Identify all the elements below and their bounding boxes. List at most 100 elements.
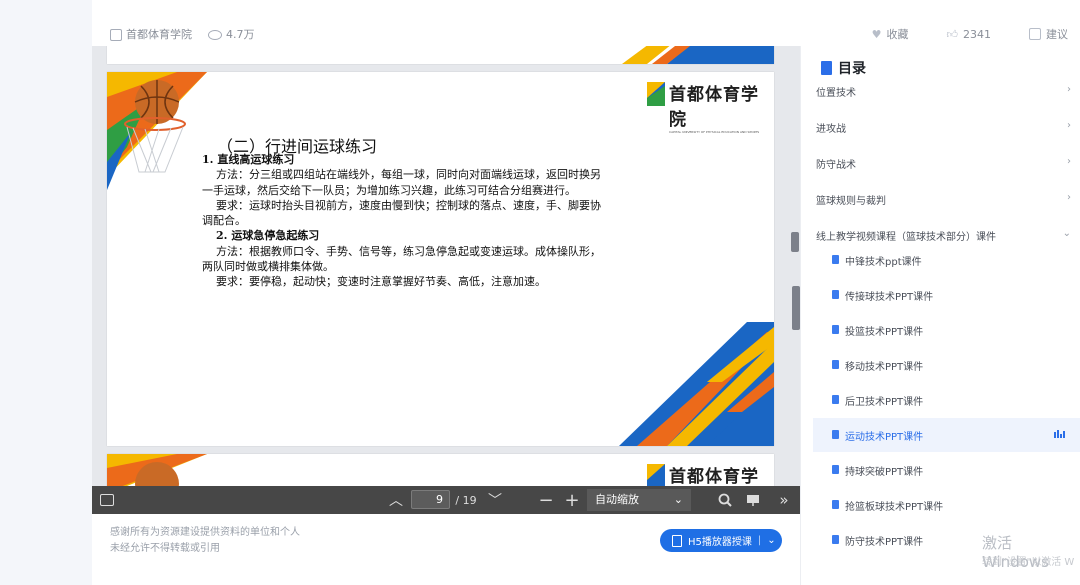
- file-icon: [832, 430, 839, 439]
- favorite-label: 收藏: [886, 28, 909, 41]
- resource-meta: 首都体育学院 4.7万: [110, 26, 255, 42]
- toc-subitem[interactable]: 投篮技术PPT课件: [813, 313, 1080, 347]
- slide-text-line: 调配合。: [202, 214, 246, 228]
- toc-subitem[interactable]: 中锋技术ppt课件: [813, 243, 1080, 277]
- notice-line: 未经允许不得转载或引用: [110, 543, 220, 554]
- toc-title: 目录: [838, 61, 866, 77]
- page-number-input[interactable]: 9: [411, 490, 450, 509]
- more-tools-button[interactable]: »: [774, 486, 794, 514]
- toc-subitem[interactable]: 运动技术PPT课件: [813, 418, 1080, 452]
- toc-item-label: 防守战术: [816, 160, 856, 171]
- slide-text-line: 方法：根据教师口令、手势、信号等，练习急停急起或变速运球。成体操队形，: [216, 244, 601, 258]
- zoom-select[interactable]: 自动缩放 ⌄: [587, 489, 691, 511]
- toc-item[interactable]: 篮球规则与裁判 ›: [816, 192, 1071, 207]
- plus-icon: +: [564, 489, 580, 511]
- toc-header: 目录: [821, 58, 866, 78]
- h5-player-button[interactable]: H5播放器授课 | ⌄: [660, 529, 782, 552]
- views-label: 4.7万: [208, 26, 255, 42]
- page-total: / 19: [455, 493, 477, 507]
- slide-text-line: 一手运球，然后交给下一队员；为增加练习兴趣，此练习可结合分组赛进行。: [202, 183, 576, 197]
- chevron-right-icon: ›: [1067, 192, 1071, 203]
- minus-icon: −: [538, 489, 554, 511]
- toc-subitem[interactable]: 移动技术PPT课件: [813, 348, 1080, 382]
- toc-subitem-label: 持球突破PPT课件: [845, 467, 924, 478]
- double-chevron-right-icon: »: [779, 491, 789, 509]
- toc-item[interactable]: 线上教学视频课程（篮球技术部分）课件 ⌄: [816, 228, 1071, 243]
- chevron-right-icon: ›: [1067, 84, 1071, 95]
- viewer-scrollbar[interactable]: [790, 46, 800, 486]
- toc-subitem-label: 移动技术PPT课件: [845, 362, 924, 373]
- toc-icon: [821, 61, 832, 75]
- prev-page-button[interactable]: ︿: [387, 486, 405, 514]
- toc-subitem[interactable]: 持球突破PPT课件: [813, 453, 1080, 487]
- chevron-down-icon[interactable]: ⌄: [767, 535, 775, 546]
- file-icon: [832, 395, 839, 404]
- sidebar-toggle-button[interactable]: [98, 486, 116, 514]
- scrollbar-thumb[interactable]: [791, 232, 799, 252]
- toc-subitem[interactable]: 传接球技术PPT课件: [813, 278, 1080, 312]
- zoom-out-button[interactable]: −: [537, 486, 555, 514]
- document-icon: [672, 534, 682, 547]
- presentation-button[interactable]: [744, 486, 762, 514]
- file-icon: [832, 325, 839, 334]
- toc-item[interactable]: 防守战术 ›: [816, 156, 1071, 171]
- toc-item[interactable]: 进攻战 ›: [816, 120, 1071, 135]
- building-icon: [110, 29, 122, 41]
- suggest-label: 建议: [1046, 28, 1068, 41]
- slide-text-line: 要求：运球时抬头目视前方，速度由慢到快；控制球的落点、速度，手、脚要协: [216, 198, 601, 212]
- view-count: 4.7万: [226, 28, 255, 41]
- sidebar-icon: [100, 494, 114, 506]
- h5-button-label: H5播放器授课: [688, 537, 752, 548]
- document-viewer[interactable]: 首都体育学院 CAPITAL UNIVERSITY OF PHYSICAL ED…: [92, 46, 800, 514]
- zoom-value: 自动缩放: [595, 493, 639, 506]
- org-name: 首都体育学院: [126, 28, 192, 41]
- search-icon: [718, 493, 732, 507]
- slide-text-line: 要求：要停稳，起动快；变速时注意掌握好节奏、高低，注意加速。: [216, 275, 546, 289]
- org-label[interactable]: 首都体育学院: [110, 26, 192, 42]
- slide-previous: [107, 46, 774, 64]
- thumb-up-icon: 👍︎: [946, 27, 959, 41]
- chevron-up-icon: ︿: [389, 493, 403, 509]
- slide-logo: 首都体育学院 CAPITAL UNIVERSITY OF PHYSICAL ED…: [669, 80, 774, 134]
- divider: |: [757, 535, 762, 546]
- suggest-button[interactable]: 建议: [1029, 26, 1068, 42]
- logo-text: 首都体育学院: [669, 85, 759, 130]
- toc-panel: 目录 位置技术 › 进攻战 › 防守战术 › 篮球规则与裁判 › 线上教学视频课程（篮球技术部分…: [800, 46, 1080, 585]
- file-icon: [832, 360, 839, 369]
- notice-line: 感谢所有为资源建设提供资料的单位和个人: [110, 527, 300, 538]
- search-button[interactable]: [716, 486, 734, 514]
- copyright-notice: 感谢所有为资源建设提供资料的单位和个人 未经允许不得转载或引用: [110, 525, 300, 557]
- file-icon: [832, 535, 839, 544]
- toc-subitem[interactable]: 抢篮板球技术PPT课件: [813, 488, 1080, 522]
- logo-subtext: CAPITAL UNIVERSITY OF PHYSICAL EDUCATION…: [669, 130, 760, 134]
- toc-item-label: 线上教学视频课程（篮球技术部分）课件: [816, 232, 996, 243]
- chevron-down-icon: ⌄: [1062, 228, 1071, 239]
- zoom-in-button[interactable]: +: [563, 486, 581, 514]
- side-handle[interactable]: [792, 286, 800, 330]
- chevron-down-icon: ﹀: [488, 493, 502, 509]
- slide-body: 1. 直线高运球练习方法：分三组或四组站在端线外，每组一球，同时向对面端线运球，…: [202, 152, 672, 290]
- chevron-down-icon: ⌄: [673, 493, 683, 506]
- slide-text-line: 1. 直线高运球练习: [202, 153, 295, 166]
- presentation-icon: [747, 495, 759, 506]
- viewer-toolbar: ︿ 9 / 19 ﹀ − + 自动缩放 ⌄ »: [92, 486, 800, 514]
- toc-subitem[interactable]: 后卫技术PPT课件: [813, 383, 1080, 417]
- toc-item-label: 位置技术: [816, 88, 856, 99]
- slide-current: 首都体育学院 CAPITAL UNIVERSITY OF PHYSICAL ED…: [107, 72, 774, 446]
- toc-subitem-label: 投篮技术PPT课件: [845, 327, 924, 338]
- file-icon: [832, 465, 839, 474]
- toc-item-label: 篮球规则与裁判: [816, 196, 886, 207]
- next-page-button[interactable]: ﹀: [486, 486, 504, 514]
- toc-subitem-label: 后卫技术PPT课件: [845, 397, 924, 408]
- file-icon: [832, 255, 839, 264]
- toc-subitem-label: 中锋技术ppt课件: [845, 257, 922, 268]
- eye-icon: [208, 30, 222, 40]
- toc-subitem-label: 运动技术PPT课件: [845, 432, 924, 443]
- favorite-button[interactable]: ♥ 收藏: [872, 26, 909, 42]
- toc-item-label: 进攻战: [816, 124, 846, 135]
- toc-subitem-label: 传接球技术PPT课件: [845, 292, 934, 303]
- slide-text-line: 方法：分三组或四组站在端线外，每组一球，同时向对面端线运球，返回时换另: [216, 168, 601, 182]
- flag-icon: [1029, 28, 1041, 40]
- like-button[interactable]: 👍︎ 2341: [947, 26, 992, 42]
- toc-item[interactable]: 位置技术 ›: [816, 84, 1071, 99]
